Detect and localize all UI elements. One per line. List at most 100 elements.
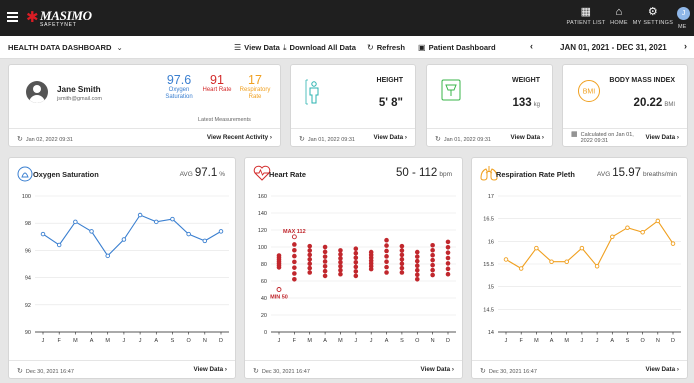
x-tick-label: F [293,338,297,344]
data-point [625,225,630,230]
spo2-timestamp: Dec 30, 2021 16:47 [25,369,74,375]
extreme-label: MAX 112 [283,229,306,235]
data-point [105,253,110,259]
patient-profile-card: Jane Smith jsmith@gmail.com 97.6 Oxygen … [8,64,281,147]
download-all-button[interactable]: ⤓ Download All Data [283,43,356,53]
series-line [505,220,674,270]
x-tick-label: A [90,338,94,344]
respiration-rate-card: Respiration Rate Pleth AVG 15.97 breaths/m… [471,157,688,379]
data-point [430,252,435,258]
rr-average-value: 15.97 [612,167,642,179]
previous-range-button[interactable]: ‹ [530,41,533,51]
refresh-icon: ↻ [367,43,374,52]
view-data-button[interactable]: ☰ View Data [234,43,280,52]
data-point [292,253,297,259]
bmi-number: 20.22 [633,97,663,109]
x-tick-label: S [171,338,175,344]
data-point [202,238,208,244]
latest-rr-value: 17 [248,73,262,87]
next-range-button[interactable]: › [684,41,687,51]
profile-card-footer: ↻ Jan 02, 2022 09:31 View Recent Activity… [9,128,280,146]
data-point [518,266,524,271]
x-tick-label: M [73,338,78,344]
data-point [338,271,343,277]
nav-my-settings-label: MY SETTINGS [632,20,674,26]
bmi-value: 20.22 BMI [634,97,675,109]
data-point [414,272,420,278]
data-point [445,250,451,255]
weight-timestamp: Jan 01, 2022 09:31 [443,137,491,143]
hr-range-unit: bpm [439,171,452,178]
dashboard-selector[interactable]: HEALTH DATA DASHBOARD ⌄ [8,43,123,52]
y-tick-label: 14 [488,330,494,336]
latest-spo2-label: Oxygen Saturation [165,87,193,100]
data-point [56,242,62,248]
y-tick-label: 120 [258,228,267,234]
download-icon: ⤓ [283,43,287,52]
data-point [40,231,46,237]
hr-view-data-label: View Data [420,366,451,373]
calculator-icon: ▦ [571,131,578,138]
hr-view-data-link[interactable]: View Data › [421,366,455,373]
data-point [399,257,405,262]
nav-home[interactable]: ⌂ HOME [606,6,632,32]
data-point [399,261,405,267]
y-tick-label: 92 [25,303,31,309]
spo2-view-data-link[interactable]: View Data › [194,366,228,373]
spo2-view-data-label: View Data [193,366,224,373]
rr-average: AVG 15.97 breaths/min [597,167,677,179]
data-point [338,256,343,261]
x-tick-label: J [123,338,126,344]
bmi-view-data-link[interactable]: View Data › [646,134,680,141]
weight-card: WEIGHT 133 kg ↻ Jan 01, 2022 09:31 View Da… [426,64,553,147]
data-point [445,239,451,245]
height-view-data-link[interactable]: View Data › [374,134,408,141]
weight-view-data-link[interactable]: View Data › [511,134,545,141]
user-avatar[interactable]: J [677,7,690,20]
data-point [503,257,509,262]
data-point [338,267,343,273]
nav-patient-list[interactable]: ▦ PATIENT LIST [566,6,606,32]
data-point [445,244,451,250]
grid-icon: ▦ [580,6,592,18]
y-tick-label: 0 [264,330,267,336]
x-tick-label: F [519,338,523,344]
data-point [353,246,359,251]
refresh-label: Refresh [376,43,405,52]
y-tick-label: 16 [488,239,494,245]
spo2-card-footer: ↻ Dec 30, 2021 16:47 View Data › [9,360,235,378]
spo2-chart-title: Oxygen Saturation [33,170,99,179]
data-point [292,242,297,247]
y-tick-label: 100 [22,194,31,200]
data-point [430,247,435,253]
x-tick-label: M [564,338,569,344]
data-point [414,254,420,259]
y-tick-label: 90 [25,330,31,336]
x-tick-label: A [323,338,327,344]
view-recent-activity-link[interactable]: View Recent Activity › [207,134,272,141]
data-point [670,241,676,246]
bmi-card-footer: ▦ Calculated on Jan 01, 2022 09:31 View D… [563,128,687,146]
bmi-icon-text: BMI [583,89,596,96]
x-tick-label: O [640,338,645,344]
refresh-button[interactable]: ↻ Refresh [367,43,405,52]
top-bar: ✱ MASIMO SAFETYNET ▦ PATIENT LIST ⌂ HOME… [0,0,694,36]
hamburger-menu-icon[interactable] [7,12,18,22]
data-point [338,260,343,265]
sync-icon: ↻ [253,368,259,375]
data-point [292,259,297,265]
rr-view-data-link[interactable]: View Data › [646,366,680,373]
latest-hr-value: 91 [210,73,224,87]
data-point [564,259,569,264]
rr-chart-title: Respiration Rate Pleth [496,170,575,179]
sync-icon: ↻ [480,368,486,375]
x-tick-label: N [656,338,660,344]
patient-dashboard-button[interactable]: ▣ Patient Dashboard [418,43,496,52]
nav-my-settings[interactable]: ⚙ MY SETTINGS [632,6,674,32]
bmi-unit: BMI [664,102,675,108]
data-point [292,265,297,270]
data-point [322,268,328,274]
data-point [384,259,389,265]
data-point [218,229,224,234]
data-point [307,270,313,275]
